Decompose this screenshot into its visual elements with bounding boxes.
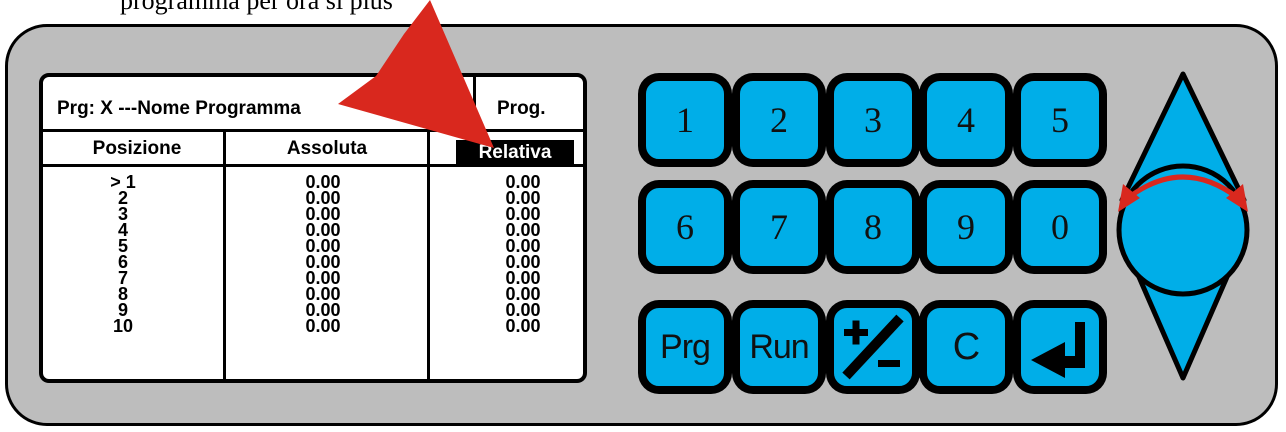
pointer-arrow xyxy=(338,0,494,148)
jog-wheel[interactable] xyxy=(1116,163,1250,297)
